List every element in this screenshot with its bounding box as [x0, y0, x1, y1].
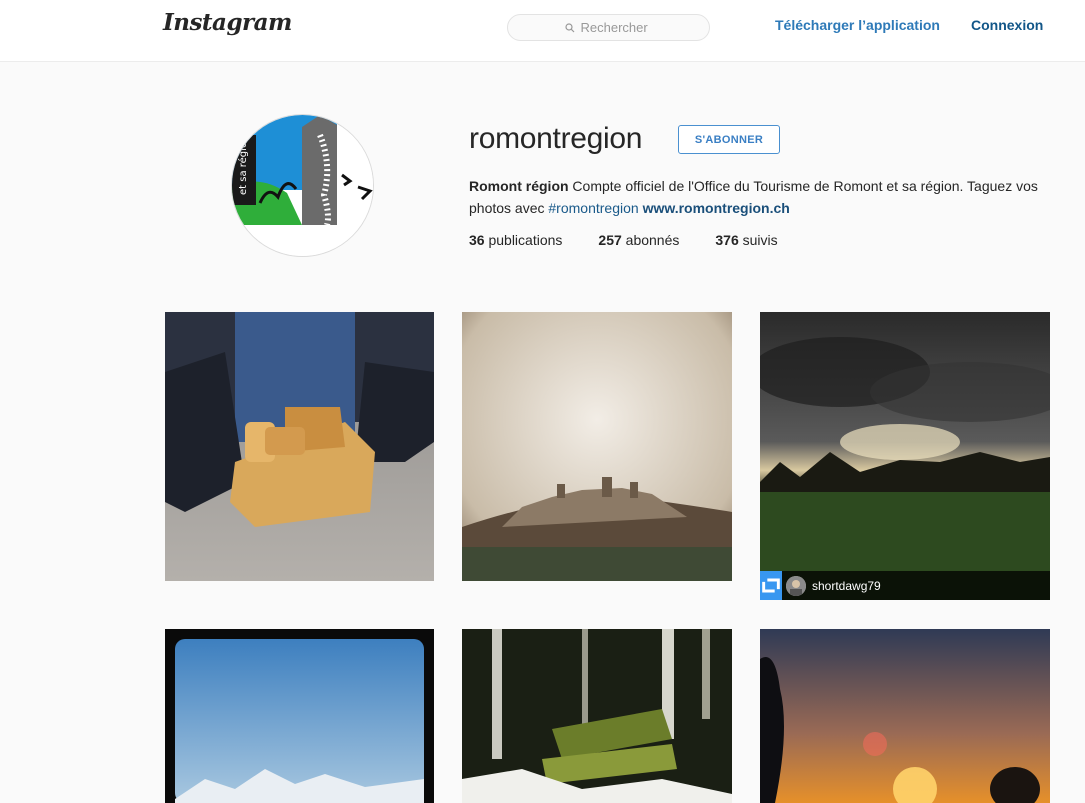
- website-link[interactable]: www.romontregion.ch: [643, 200, 790, 216]
- repost-overlay: shortdawg79: [760, 571, 1050, 600]
- profile-display-name: Romont région: [469, 178, 569, 194]
- profile-avatar: et sa région: [231, 114, 374, 257]
- post-alps-sky[interactable]: [165, 629, 434, 803]
- stat-publications[interactable]: 36 publications: [469, 232, 562, 248]
- search-icon: [564, 22, 574, 32]
- profile-bio: Romont région Compte officiel de l'Offic…: [469, 175, 1069, 219]
- hashtag-link[interactable]: #romontregion: [548, 200, 638, 216]
- search-input[interactable]: [580, 20, 653, 35]
- login-link[interactable]: Connexion: [971, 17, 1043, 33]
- top-navbar: Instagram Télécharger l’application Conn…: [0, 0, 1085, 62]
- repost-user-avatar: [786, 575, 806, 596]
- instagram-logo[interactable]: Instagram: [163, 9, 292, 36]
- post-romont-hilltop[interactable]: [462, 312, 732, 581]
- post-wooden-toy[interactable]: [165, 312, 434, 581]
- stat-following[interactable]: 376 suivis: [715, 232, 777, 248]
- post-cloudy-sunset[interactable]: shortdawg79: [760, 312, 1050, 600]
- post-sunset-tree[interactable]: [760, 629, 1050, 803]
- follow-button[interactable]: S'ABONNER: [678, 125, 780, 154]
- search-box[interactable]: [507, 14, 710, 41]
- svg-text:et sa région: et sa région: [237, 136, 249, 195]
- stat-followers[interactable]: 257 abonnés: [598, 232, 679, 248]
- profile-username: romontregion: [469, 122, 643, 155]
- repost-icon: [760, 571, 782, 600]
- repost-username[interactable]: shortdawg79: [812, 579, 881, 593]
- post-mossy-bench[interactable]: [462, 629, 732, 803]
- profile-stats: 36 publications 257 abonnés 376 suivis: [469, 232, 814, 248]
- download-app-link[interactable]: Télécharger l’application: [775, 17, 940, 33]
